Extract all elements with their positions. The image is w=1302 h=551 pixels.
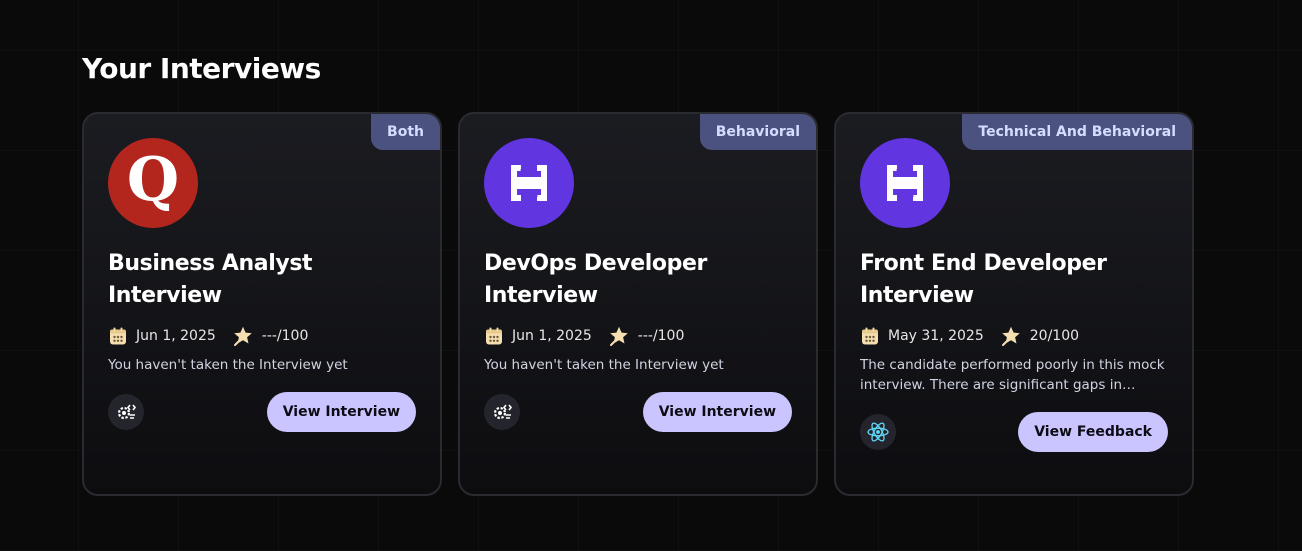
interview-description: You haven't taken the Interview yet (484, 357, 724, 373)
view-interview-button[interactable]: View Interview (642, 392, 792, 432)
page-title: Your Interviews (82, 52, 321, 85)
star-icon (233, 326, 252, 346)
interview-title: Business Analyst Interview (108, 251, 313, 308)
interview-score: 20/100 (1029, 328, 1080, 344)
tech-stack-icon (860, 414, 896, 450)
star-icon (1001, 326, 1020, 346)
interview-date: Jun 1, 2025 (136, 328, 216, 344)
hackerrank-h-icon (887, 163, 923, 203)
interview-meta: Jun 1, 2025 ---/100 (108, 324, 324, 348)
interview-score: ---/100 (637, 328, 685, 344)
calendar-icon (110, 327, 126, 345)
hackerrank-h-icon (511, 163, 547, 203)
gear-code-icon (493, 404, 513, 420)
calendar-icon (862, 327, 878, 345)
interview-date: Jun 1, 2025 (512, 328, 592, 344)
gear-code-icon (117, 404, 137, 420)
quora-logo-icon: Q (108, 138, 198, 228)
interview-meta: Jun 1, 2025 ---/100 (484, 324, 700, 348)
hackerrank-logo-icon (484, 138, 574, 228)
quora-logo-letter: Q (126, 145, 180, 215)
star-icon (609, 326, 628, 346)
interview-list: Both Q Business Analyst Interview Jun 1,… (82, 112, 1194, 496)
view-interview-button[interactable]: View Interview (266, 392, 416, 432)
interview-score: ---/100 (261, 328, 309, 344)
hackerrank-logo-icon (860, 138, 950, 228)
calendar-icon (486, 327, 502, 345)
interview-meta: May 31, 2025 20/100 (860, 324, 1095, 348)
interview-card: Technical And Behavioral Front End Devel… (834, 112, 1194, 496)
interview-title: Front End Developer Interview (860, 251, 1107, 308)
interview-title: DevOps Developer Interview (484, 251, 707, 308)
interview-type-badge: Both (371, 114, 440, 150)
interview-description: The candidate performed poorly in this m… (860, 357, 1165, 393)
interview-type-badge: Technical And Behavioral (962, 114, 1192, 150)
tech-stack-icon (108, 394, 144, 430)
interview-card: Both Q Business Analyst Interview Jun 1,… (82, 112, 442, 496)
view-feedback-button[interactable]: View Feedback (1018, 412, 1168, 452)
tech-stack-icon (484, 394, 520, 430)
interview-description: You haven't taken the Interview yet (108, 357, 348, 373)
react-icon (867, 422, 889, 442)
interview-date: May 31, 2025 (888, 328, 984, 344)
interview-type-badge: Behavioral (699, 114, 816, 150)
interview-card: Behavioral DevOps Developer Interview Ju… (458, 112, 818, 496)
